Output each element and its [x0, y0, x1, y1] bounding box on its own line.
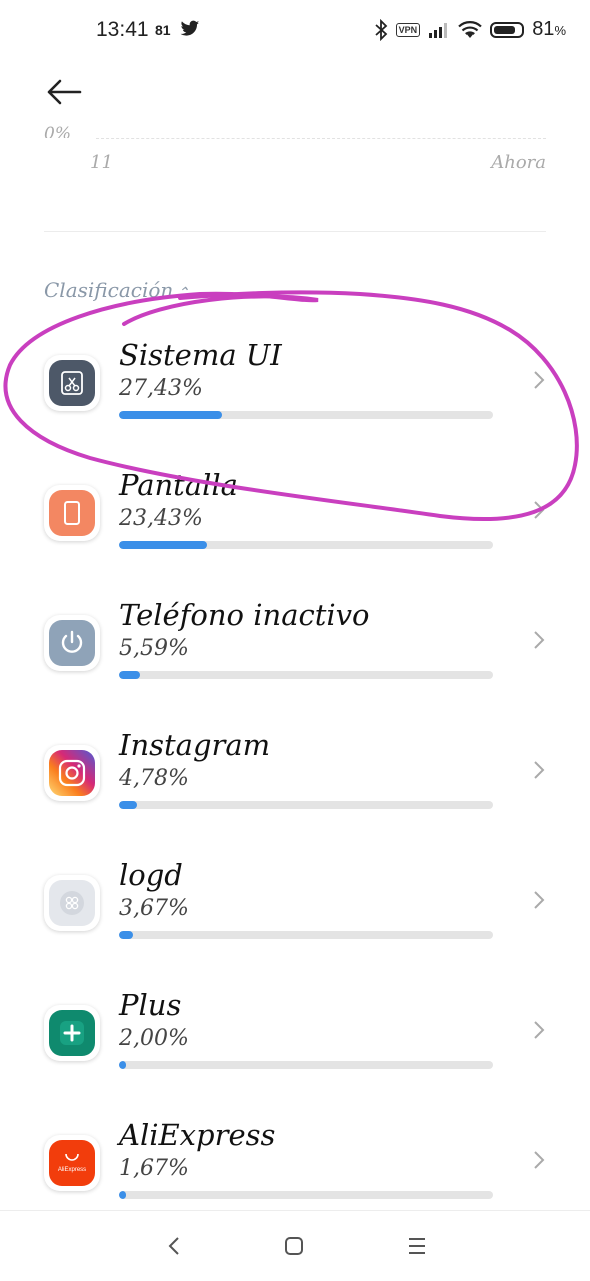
app-usage-percent: 4,78%	[119, 766, 189, 791]
usage-progress-bar	[119, 541, 493, 549]
twitter-icon	[180, 20, 200, 36]
signal-icon	[429, 22, 448, 38]
usage-progress-fill	[119, 1191, 127, 1199]
usage-progress-fill	[119, 671, 140, 679]
app-item-plus[interactable]: Plus 2,00%	[0, 968, 590, 1098]
instagram-icon	[44, 745, 100, 801]
nav-back-icon[interactable]	[160, 1233, 188, 1259]
app-usage-percent: 5,59%	[119, 636, 189, 661]
usage-progress-bar	[119, 1191, 493, 1199]
status-time: 13:41	[96, 18, 149, 41]
logd-icon	[44, 875, 100, 931]
chevron-right-icon	[534, 631, 545, 649]
app-item-instagram[interactable]: Instagram 4,78%	[0, 708, 590, 838]
app-item-aliexpress[interactable]: AliExpress AliExpress 1,67%	[0, 1098, 590, 1228]
plus-icon	[44, 1005, 100, 1061]
vpn-icon: VPN	[395, 22, 421, 37]
app-name: Sistema UI	[119, 338, 282, 372]
app-name: Teléfono inactivo	[119, 598, 370, 632]
aliexpress-logo-text: AliExpress	[58, 1167, 86, 1173]
chevron-right-icon	[534, 501, 545, 519]
sort-toggle-icon: ⌃	[177, 285, 190, 301]
wifi-icon	[458, 20, 482, 38]
section-divider	[44, 231, 546, 232]
app-name: Pantalla	[119, 468, 238, 502]
app-name: AliExpress	[119, 1118, 276, 1152]
system-ui-icon	[44, 355, 100, 411]
nav-home-icon[interactable]	[280, 1233, 308, 1259]
usage-progress-fill	[119, 541, 207, 549]
app-item-logd[interactable]: logd 3,67%	[0, 838, 590, 968]
status-icons: VPN 81%	[374, 18, 566, 41]
app-usage-percent: 1,67%	[119, 1156, 189, 1181]
app-item-pantalla[interactable]: Pantalla 23,43%	[0, 448, 590, 578]
usage-progress-bar	[119, 931, 493, 939]
chart-x-end-label: Ahora	[491, 152, 546, 173]
app-name: Instagram	[119, 728, 271, 762]
app-usage-percent: 23,43%	[119, 506, 203, 531]
notification-count: 81	[155, 22, 171, 38]
screen-icon	[44, 485, 100, 541]
app-usage-percent: 3,67%	[119, 896, 189, 921]
app-item-sistema-ui[interactable]: Sistema UI 27,43%	[0, 318, 590, 448]
app-usage-percent: 27,43%	[119, 376, 203, 401]
back-arrow-icon[interactable]	[44, 76, 84, 108]
navigation-bar	[0, 1210, 590, 1281]
app-name: logd	[119, 858, 183, 892]
app-item-teléfono-inactivo[interactable]: Teléfono inactivo 5,59%	[0, 578, 590, 708]
nav-menu-icon[interactable]	[403, 1233, 431, 1259]
usage-progress-fill	[119, 931, 133, 939]
chevron-right-icon	[534, 1151, 545, 1169]
bluetooth-icon	[375, 18, 387, 41]
chevron-right-icon	[534, 1021, 545, 1039]
usage-progress-fill	[119, 1061, 127, 1069]
chart-x-start-label: 11	[90, 152, 113, 173]
app-name: Plus	[119, 988, 182, 1022]
usage-progress-fill	[119, 411, 222, 419]
app-usage-percent: 2,00%	[119, 1026, 189, 1051]
classification-header[interactable]: Clasificación ⌃	[44, 278, 189, 302]
usage-progress-bar	[119, 671, 493, 679]
battery-percentage: 81%	[532, 18, 566, 40]
usage-progress-bar	[119, 411, 493, 419]
chart-baseline	[96, 138, 546, 139]
chart-y-min-label: 0%	[44, 124, 71, 138]
usage-progress-bar	[119, 801, 493, 809]
classification-label: Clasificación	[44, 278, 174, 302]
power-icon	[44, 615, 100, 671]
chevron-right-icon	[534, 891, 545, 909]
usage-progress-fill	[119, 801, 137, 809]
status-bar: 13:41 81 VPN 81%	[0, 0, 590, 64]
battery-icon	[490, 21, 525, 38]
aliexpress-icon: AliExpress	[44, 1135, 100, 1191]
usage-progress-bar	[119, 1061, 493, 1069]
chevron-right-icon	[534, 371, 545, 389]
chevron-right-icon	[534, 761, 545, 779]
